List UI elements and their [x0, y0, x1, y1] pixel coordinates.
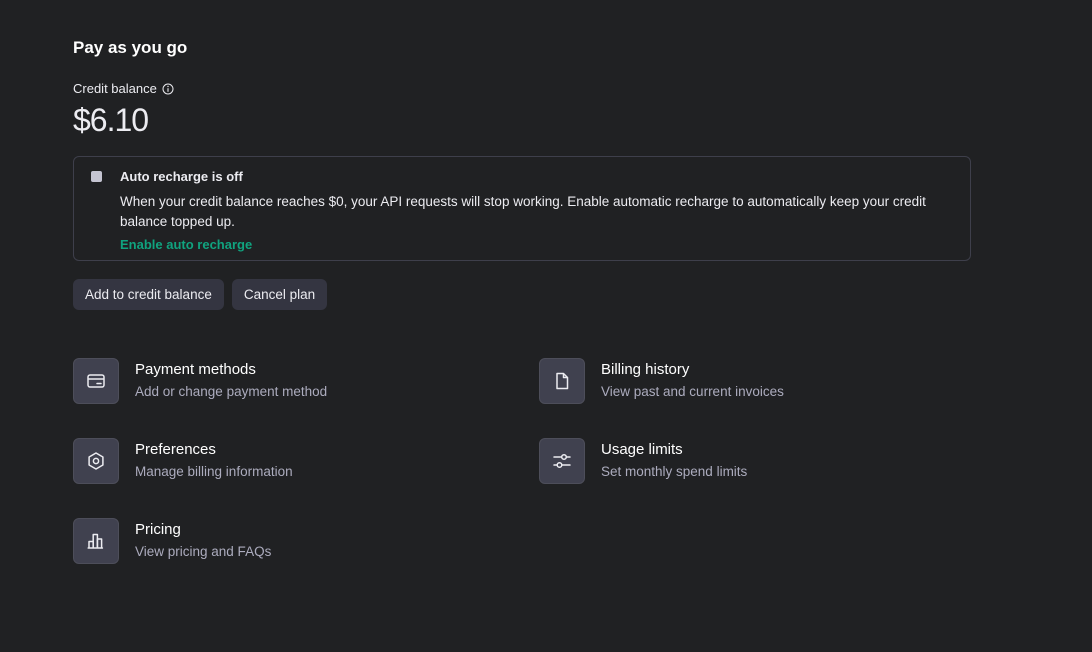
- sliders-icon: [539, 438, 585, 484]
- usage-limits-text: Usage limits Set monthly spend limits: [601, 438, 747, 480]
- bar-chart-icon: [73, 518, 119, 564]
- billing-overview-page: Pay as you go Credit balance $6.10 Auto …: [0, 0, 1092, 652]
- billing-history-desc: View past and current invoices: [601, 384, 784, 399]
- billing-history-title: Billing history: [601, 361, 690, 378]
- info-icon[interactable]: [162, 82, 174, 94]
- pricing-text: Pricing View pricing and FAQs: [135, 518, 271, 560]
- credit-balance-label: Credit balance: [73, 81, 157, 96]
- notice-bullet-icon: [91, 171, 102, 182]
- credit-card-icon: [73, 358, 119, 404]
- preferences-title: Preferences: [135, 441, 216, 458]
- billing-history-link[interactable]: Billing history View past and current in…: [539, 358, 784, 404]
- pricing-desc: View pricing and FAQs: [135, 544, 272, 559]
- credit-balance-amount: $6.10: [73, 102, 149, 138]
- auto-recharge-notice: Auto recharge is off When your credit ba…: [73, 156, 971, 261]
- usage-limits-desc: Set monthly spend limits: [601, 464, 748, 479]
- add-to-credit-balance-button[interactable]: Add to credit balance: [73, 279, 224, 310]
- preferences-desc: Manage billing information: [135, 464, 293, 479]
- gear-icon: [73, 438, 119, 484]
- usage-limits-link[interactable]: Usage limits Set monthly spend limits: [539, 438, 747, 484]
- document-icon: [539, 358, 585, 404]
- plan-title: Pay as you go: [73, 38, 188, 57]
- credit-balance-label-row: Credit balance: [73, 81, 174, 96]
- pricing-title: Pricing: [135, 521, 181, 538]
- enable-auto-recharge-link[interactable]: Enable auto recharge: [120, 237, 252, 252]
- pricing-link[interactable]: Pricing View pricing and FAQs: [73, 518, 271, 564]
- payment-methods-link[interactable]: Payment methods Add or change payment me…: [73, 358, 327, 404]
- preferences-text: Preferences Manage billing information: [135, 438, 293, 480]
- billing-history-text: Billing history View past and current in…: [601, 358, 784, 400]
- payment-methods-title: Payment methods: [135, 361, 256, 378]
- usage-limits-title: Usage limits: [601, 441, 683, 458]
- preferences-link[interactable]: Preferences Manage billing information: [73, 438, 293, 484]
- notice-text: When your credit balance reaches $0, you…: [120, 194, 926, 229]
- payment-methods-desc: Add or change payment method: [135, 384, 328, 399]
- billing-actions: Add to credit balance Cancel plan: [73, 279, 328, 310]
- payment-methods-text: Payment methods Add or change payment me…: [135, 358, 327, 400]
- cancel-plan-button[interactable]: Cancel plan: [231, 279, 328, 310]
- notice-title: Auto recharge is off: [120, 169, 243, 184]
